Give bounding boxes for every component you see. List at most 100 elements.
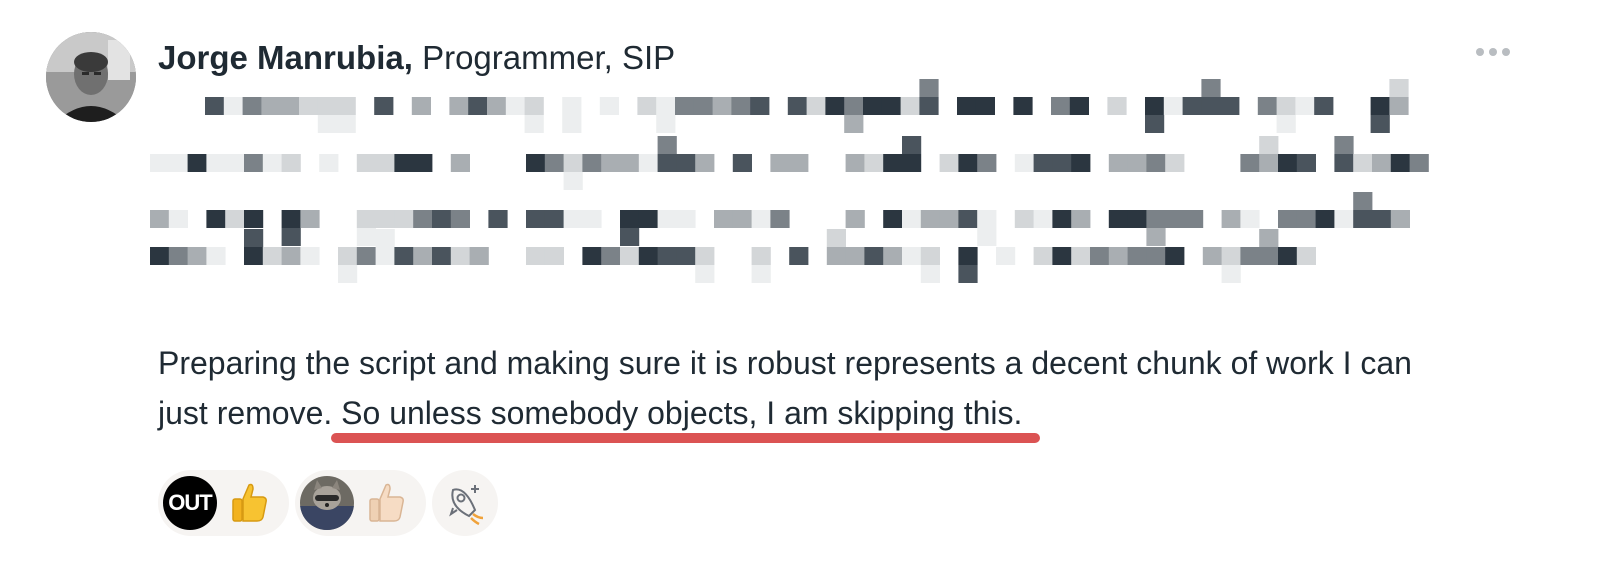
redacted-pixel — [582, 154, 602, 172]
redacted-pixel — [920, 247, 940, 265]
redacted-pixel — [338, 265, 358, 283]
redacted-pixel — [695, 265, 715, 283]
redacted-pixel — [563, 210, 583, 228]
redacted-pixel — [977, 210, 997, 228]
redacted-pixel — [676, 210, 696, 228]
redacted-pixel — [977, 228, 997, 246]
redacted-pixel — [657, 136, 677, 154]
redacted-pixel — [544, 247, 564, 265]
redacted-pixel — [225, 210, 245, 228]
redacted-pixel — [336, 97, 356, 115]
redacted-pixel — [732, 210, 752, 228]
redacted-pixel — [317, 115, 337, 133]
redacted-pixel — [919, 79, 939, 97]
redacted-pixel — [1334, 154, 1354, 172]
redacted-pixel — [825, 97, 845, 115]
redacted-pixel — [789, 247, 809, 265]
redacted-pixel — [544, 154, 564, 172]
redacted-pixel — [1052, 154, 1072, 172]
redacted-pixel — [883, 154, 903, 172]
redacted-pixel — [1052, 247, 1072, 265]
redacted-pixel — [657, 247, 677, 265]
redacted-pixel — [244, 247, 264, 265]
redacted-pixel — [1145, 97, 1165, 115]
redacted-pixel — [863, 97, 883, 115]
add-boost-button[interactable] — [432, 470, 498, 536]
redacted-pixel — [638, 154, 658, 172]
redacted-pixel — [881, 97, 901, 115]
redacted-pixel — [1182, 97, 1202, 115]
redacted-pixel — [1353, 210, 1373, 228]
redacted-pixel — [1240, 247, 1260, 265]
redacted-pixel — [1276, 97, 1296, 115]
redacted-pixel — [657, 210, 677, 228]
redacted-pixel — [244, 154, 264, 172]
redacted-pixel — [1127, 210, 1147, 228]
redacted-pixel — [751, 210, 771, 228]
redacted-pixel — [1389, 97, 1409, 115]
redacted-pixel — [168, 247, 188, 265]
redacted-pixel — [1259, 247, 1279, 265]
redacted-pixel — [1127, 154, 1147, 172]
redacted-pixel — [206, 247, 226, 265]
redacted-pixel — [1389, 79, 1409, 97]
redacted-pixel — [505, 97, 525, 115]
redacted-pixel — [1257, 97, 1277, 115]
redacted-pixel — [356, 154, 376, 172]
redacted-pixel — [582, 247, 602, 265]
redacted-pixel — [1146, 247, 1166, 265]
redacted-pixel — [676, 154, 696, 172]
redacted-pixel — [1334, 210, 1354, 228]
redacted-pixel — [902, 154, 922, 172]
redacted-pixel — [845, 210, 865, 228]
redacted-pixel — [1201, 79, 1221, 97]
redacted-pixel — [281, 210, 301, 228]
redacted-pixel — [620, 228, 640, 246]
redacted-pixel — [1069, 97, 1089, 115]
redacted-pixel — [1090, 247, 1110, 265]
redacted-pixel — [281, 228, 301, 246]
redacted-pixel — [1184, 210, 1204, 228]
redacted-pixel — [1370, 115, 1390, 133]
redacted-pixel — [1071, 210, 1091, 228]
redacted-pixel — [1278, 210, 1298, 228]
redacted-pixel — [958, 210, 978, 228]
redacted-pixel — [1146, 210, 1166, 228]
redacted-pixel — [770, 210, 790, 228]
redacted-pixel — [336, 115, 356, 133]
redacted-pixel — [223, 97, 243, 115]
redacted-pixel — [1033, 210, 1053, 228]
redacted-pixel — [394, 210, 414, 228]
redacted-pixel — [1296, 247, 1316, 265]
redacted-pixel — [902, 247, 922, 265]
redacted-pixel — [806, 97, 826, 115]
redacted-pixel — [168, 154, 188, 172]
redacted-pixel — [1033, 247, 1053, 265]
redacted-pixel — [1295, 97, 1315, 115]
redacted-pixel — [1014, 154, 1034, 172]
redacted-pixel — [1278, 154, 1298, 172]
redacted-pixel — [826, 247, 846, 265]
redacted-pixel — [1107, 97, 1127, 115]
boost-item[interactable] — [295, 470, 426, 536]
redacted-pixel — [281, 154, 301, 172]
redacted-pixel — [920, 265, 940, 283]
redacted-pixel — [300, 247, 320, 265]
boost-item[interactable]: OUT — [158, 470, 289, 536]
redacted-pixel — [996, 247, 1016, 265]
redacted-pixel — [150, 154, 170, 172]
redacted-pixel — [1315, 210, 1335, 228]
redacted-pixel — [751, 265, 771, 283]
redacted-pixel — [638, 247, 658, 265]
redacted-pixel — [526, 210, 546, 228]
redacted-pixel — [225, 154, 245, 172]
redacted-pixel — [1014, 210, 1034, 228]
redacted-pixel — [1370, 97, 1390, 115]
redacted-pixel — [562, 97, 582, 115]
redacted-pixel — [432, 247, 452, 265]
redacted-pixel — [1314, 97, 1334, 115]
thumbs-up-yellow-icon — [232, 483, 267, 522]
rocket-plus-icon — [449, 485, 484, 526]
redacted-pixel — [958, 154, 978, 172]
redacted-pixel — [751, 247, 771, 265]
